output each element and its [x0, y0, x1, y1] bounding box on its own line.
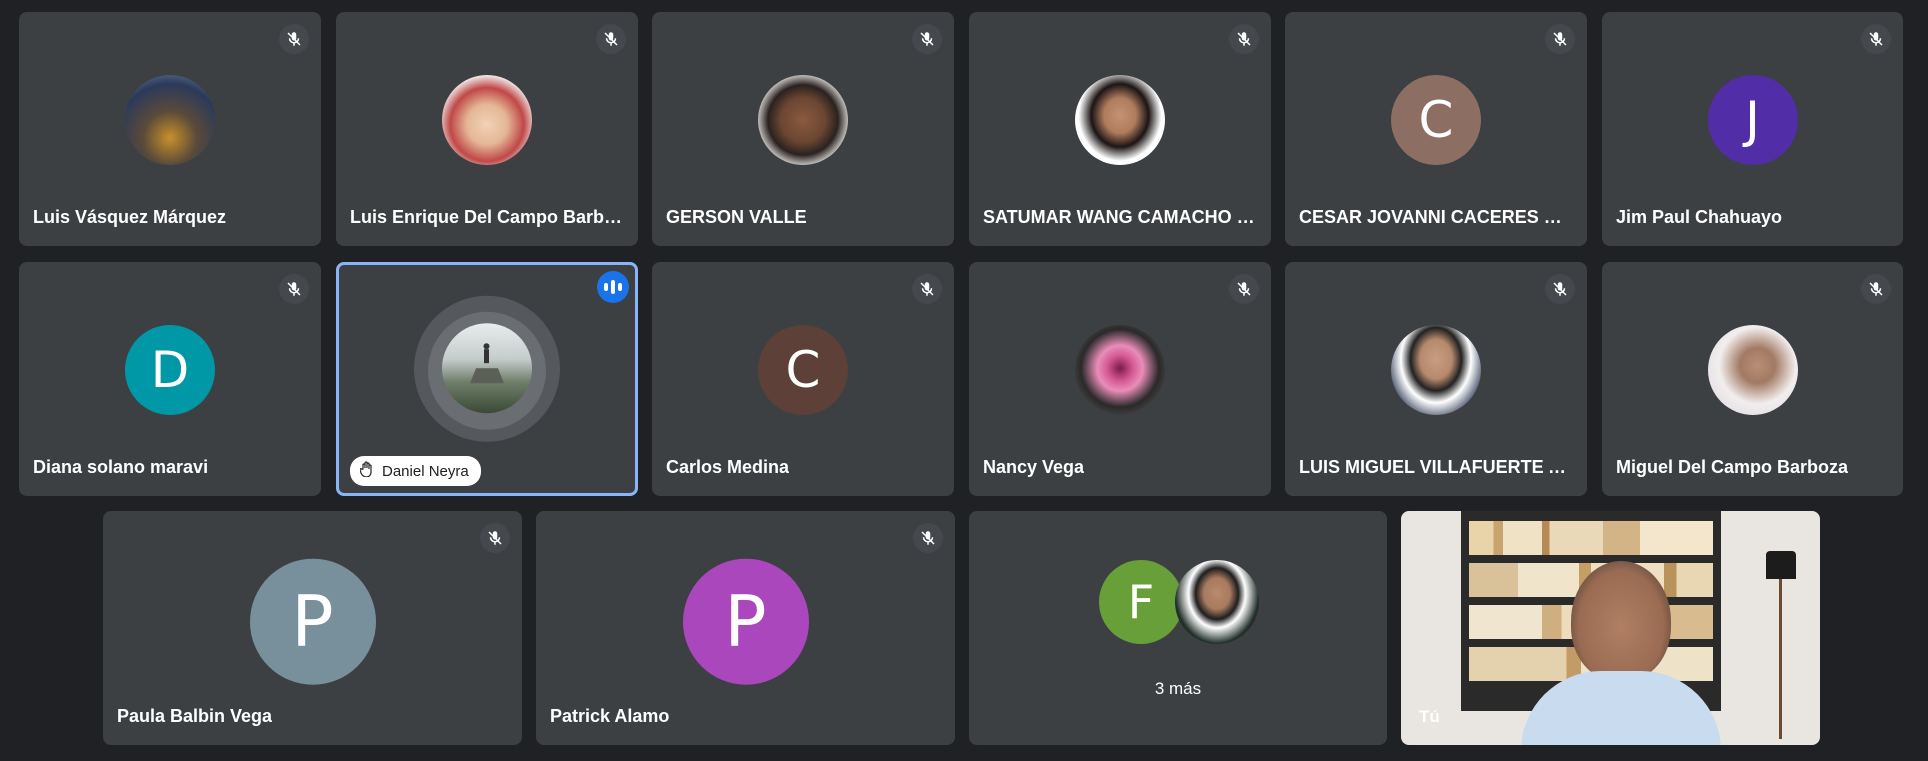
- participant-name: Nancy Vega: [983, 457, 1085, 477]
- participant-tile[interactable]: C CESAR JOVANNI CACERES CAU...: [1285, 12, 1587, 246]
- mic-off-icon: [912, 274, 942, 304]
- participant-tile[interactable]: Nancy Vega: [969, 262, 1271, 496]
- more-participants-label: 3 más: [1154, 679, 1202, 698]
- participant-tile[interactable]: D Diana solano maravi: [19, 262, 321, 496]
- lamp: [1766, 551, 1796, 741]
- avatar: P: [682, 558, 809, 685]
- participant-name: Luis Enrique Del Campo Barboza: [350, 207, 624, 227]
- mic-off-icon: [596, 24, 626, 54]
- raised-hand-icon: [359, 461, 374, 481]
- avatar: [442, 75, 532, 165]
- self-label: Tú: [1419, 707, 1440, 726]
- mic-off-icon: [480, 523, 510, 553]
- avatar: C: [758, 325, 848, 415]
- avatar: J: [1707, 75, 1798, 165]
- mic-off-icon: [1545, 24, 1575, 54]
- mic-off-icon: [1545, 274, 1575, 304]
- avatar: [1391, 325, 1481, 415]
- mic-off-icon: [913, 523, 943, 553]
- participant-tile[interactable]: SATUMAR WANG CAMACHO SU...: [969, 12, 1271, 246]
- mic-off-icon: [279, 24, 309, 54]
- avatar: F: [1099, 560, 1183, 644]
- self-view-tile[interactable]: Tú: [1401, 511, 1820, 745]
- avatar: [1075, 75, 1165, 165]
- mic-off-icon: [1229, 274, 1259, 304]
- avatar: [1175, 560, 1259, 644]
- participant-name: Patrick Alamo: [550, 706, 670, 726]
- self-video-person: [1521, 561, 1721, 745]
- participant-tile[interactable]: LUIS MIGUEL VILLAFUERTE AYA...: [1285, 262, 1587, 496]
- participant-name: Luis Vásquez Márquez: [33, 207, 227, 227]
- participant-name: Diana solano maravi: [33, 457, 209, 477]
- more-participants-tile[interactable]: F 3 más: [969, 511, 1387, 745]
- avatar: [1075, 325, 1165, 415]
- avatar: C: [1391, 75, 1481, 165]
- participant-tile[interactable]: P Paula Balbin Vega: [103, 511, 522, 745]
- participant-name: GERSON VALLE: [666, 207, 807, 227]
- participant-name: Carlos Medina: [666, 457, 790, 477]
- name-chip: Daniel Neyra: [350, 456, 481, 486]
- avatar: P: [249, 558, 376, 685]
- avatar: [442, 323, 532, 414]
- avatar: [758, 75, 848, 165]
- participant-tile[interactable]: Miguel Del Campo Barboza: [1602, 262, 1903, 496]
- participant-tile[interactable]: C Carlos Medina: [652, 262, 954, 496]
- avatar: D: [125, 325, 215, 415]
- participant-name: CESAR JOVANNI CACERES CAU...: [1299, 207, 1573, 227]
- participant-name: Jim Paul Chahuayo: [1616, 207, 1783, 227]
- avatar: [125, 75, 215, 165]
- participant-name: LUIS MIGUEL VILLAFUERTE AYA...: [1299, 457, 1573, 477]
- mic-off-icon: [279, 274, 309, 304]
- mic-off-icon: [1861, 274, 1891, 304]
- mic-off-icon: [912, 24, 942, 54]
- avatar: [1707, 325, 1798, 415]
- participant-name: Miguel Del Campo Barboza: [1616, 457, 1849, 477]
- mic-off-icon: [1861, 24, 1891, 54]
- participant-name: SATUMAR WANG CAMACHO SU...: [983, 207, 1257, 227]
- participant-tile[interactable]: Luis Enrique Del Campo Barboza: [336, 12, 638, 246]
- participant-name: Daniel Neyra: [382, 462, 469, 480]
- speaking-indicator-icon: [597, 271, 629, 303]
- participant-tile[interactable]: Luis Vásquez Márquez: [19, 12, 321, 246]
- participant-name: Paula Balbin Vega: [117, 706, 273, 726]
- participant-tile-speaking[interactable]: Daniel Neyra: [336, 262, 638, 496]
- participant-tile[interactable]: J Jim Paul Chahuayo: [1602, 12, 1903, 246]
- participant-tile[interactable]: P Patrick Alamo: [536, 511, 955, 745]
- mic-off-icon: [1229, 24, 1259, 54]
- participant-tile[interactable]: GERSON VALLE: [652, 12, 954, 246]
